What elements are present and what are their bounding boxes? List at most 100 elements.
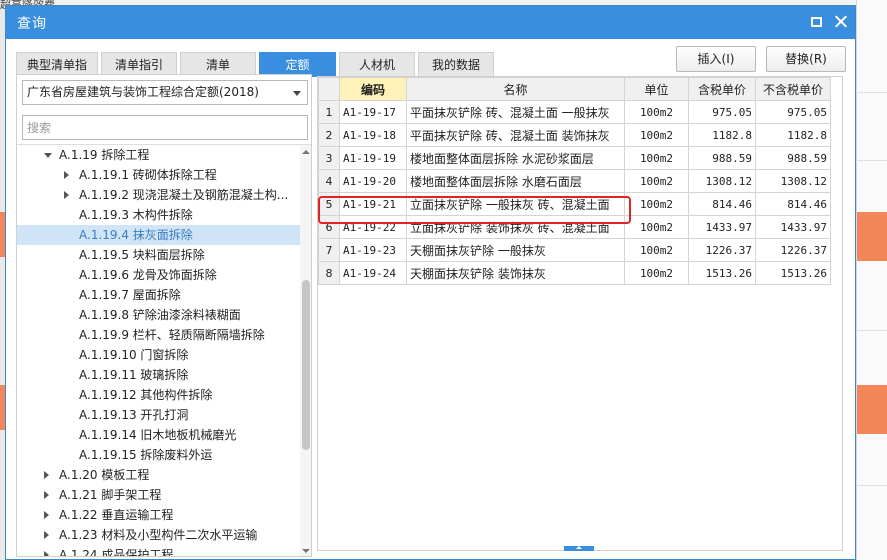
close-icon[interactable] xyxy=(834,15,847,28)
tree-item[interactable]: A.1.19.6 龙骨及饰面拆除 xyxy=(17,265,300,285)
tree-item[interactable]: A.1.19.12 其他构件拆除 xyxy=(17,385,300,405)
tree-item-label: A.1.19.12 其他构件拆除 xyxy=(79,388,213,402)
unit-cell: 100m2 xyxy=(624,261,689,285)
tree-item[interactable]: A.1.21 脚手架工程 xyxy=(17,485,300,505)
table-row[interactable]: 6 A1-19-22 立面抹灰铲除 装饰抹灰 砖、混凝土面 100m2 1433.97 1… xyxy=(318,215,831,239)
tree-item[interactable]: A.1.19.8 铲除油漆涂料裱糊面 xyxy=(17,305,300,325)
tree-item-label: A.1.19.4 抹灰面拆除 xyxy=(79,228,193,242)
unit-cell: 100m2 xyxy=(624,238,689,262)
quota-name-cell: 立面抹灰铲除 装饰抹灰 砖、混凝土面 xyxy=(406,215,625,239)
table-row[interactable]: 3 A1-19-19 楼地面整体面层拆除 水泥砂浆面层 100m2 988.59 988.… xyxy=(318,146,831,170)
tax-inclusive-price-cell: 1433.97 xyxy=(688,215,756,239)
quota-table: 编码 名称 单位 含税单价 不含税单价 1 A1-19-17 平面抹灰铲除 砖、混凝… xyxy=(318,77,831,285)
maximize-icon[interactable] xyxy=(811,16,822,27)
tree-item[interactable]: A.1.19.5 块料面层拆除 xyxy=(17,245,300,265)
row-index-cell: 6 xyxy=(318,215,340,239)
caret-right-icon[interactable] xyxy=(64,171,69,179)
quota-code-cell: A1-19-18 xyxy=(339,123,407,147)
caret-right-icon[interactable] xyxy=(44,551,49,556)
column-header-index xyxy=(318,77,340,101)
tree-scrollbar[interactable] xyxy=(300,145,311,556)
tax-inclusive-price-cell: 975.05 xyxy=(688,100,756,124)
caret-right-icon[interactable] xyxy=(44,531,49,539)
quota-name-cell: 平面抹灰铲除 砖、混凝土面 装饰抹灰 xyxy=(406,123,625,147)
dialog-title: 查询 xyxy=(17,15,47,32)
tree-item[interactable]: A.1.19.15 拆除废料外运 xyxy=(17,445,300,465)
tree-item-label: A.1.20 模板工程 xyxy=(59,468,150,482)
tree-item[interactable]: A.1.23 材料及小型构件二次水平运输 xyxy=(17,525,300,545)
table-row[interactable]: 4 A1-19-20 楼地面整体面层拆除 水磨石面层 100m2 1308.12 1308… xyxy=(318,169,831,193)
quota-name-cell: 天棚面抹灰铲除 装饰抹灰 xyxy=(406,261,625,285)
tree-item-label: A.1.19.8 铲除油漆涂料裱糊面 xyxy=(79,308,241,322)
tax-exclusive-price-cell: 1226.37 xyxy=(755,238,831,262)
tree-item[interactable]: A.1.19 拆除工程 xyxy=(17,145,300,165)
insert-button[interactable]: 插入(I) xyxy=(676,46,756,72)
unit-cell: 100m2 xyxy=(624,192,689,216)
caret-right-icon[interactable] xyxy=(44,511,49,519)
column-header-unit[interactable]: 单位 xyxy=(624,77,689,101)
dialog-titlebar[interactable]: 查询 xyxy=(6,6,855,39)
background-row-line xyxy=(856,160,887,161)
background-highlight xyxy=(857,212,887,261)
tree-item[interactable]: A.1.22 垂直运输工程 xyxy=(17,505,300,525)
table-row[interactable]: 7 A1-19-23 天棚面抹灰铲除 一般抹灰 100m2 1226.37 1226.37 xyxy=(318,238,831,262)
quota-name-cell: 平面抹灰铲除 砖、混凝土面 一般抹灰 xyxy=(406,100,625,124)
tax-inclusive-price-cell: 1308.12 xyxy=(688,169,756,193)
tax-exclusive-price-cell: 1182.8 xyxy=(755,123,831,147)
background-row-line xyxy=(856,330,887,331)
tax-inclusive-price-cell: 814.46 xyxy=(688,192,756,216)
tree-item[interactable]: A.1.24 成品保护工程 xyxy=(17,545,300,556)
tax-exclusive-price-cell: 814.46 xyxy=(755,192,831,216)
column-header-name[interactable]: 名称 xyxy=(406,77,625,101)
tree-item[interactable]: A.1.19.9 栏杆、轻质隔断隔墙拆除 xyxy=(17,325,300,345)
replace-button[interactable]: 替换(R) xyxy=(766,46,846,72)
tree-item[interactable]: A.1.19.2 现浇混凝土及钢筋混凝土构... xyxy=(17,185,300,205)
scrollbar-thumb[interactable] xyxy=(302,280,310,450)
caret-down-icon[interactable] xyxy=(44,153,52,158)
library-select-value: 广东省房屋建筑与装饰工程综合定额(2018) xyxy=(27,85,259,99)
row-index-cell: 2 xyxy=(318,123,340,147)
tab-my-data[interactable]: 我的数据 xyxy=(418,52,494,77)
table-row[interactable]: 1 A1-19-17 平面抹灰铲除 砖、混凝土面 一般抹灰 100m2 975.05 97… xyxy=(318,100,831,124)
panel-resize-handle[interactable] xyxy=(564,546,594,551)
quota-library-panel: 广东省房屋建筑与装饰工程综合定额(2018) A.1.19 拆除工程A.1.19… xyxy=(16,74,312,557)
tree-item[interactable]: A.1.19.13 开孔打洞 xyxy=(17,405,300,425)
tree-item[interactable]: A.1.19.11 玻璃拆除 xyxy=(17,365,300,385)
tree-item[interactable]: A.1.19.10 门窗拆除 xyxy=(17,345,300,365)
caret-right-icon[interactable] xyxy=(44,491,49,499)
tree-item[interactable]: A.1.19.7 屋面拆除 xyxy=(17,285,300,305)
column-header-tax-exclusive-price[interactable]: 不含税单价 xyxy=(755,77,831,101)
tree-item-label: A.1.19.9 栏杆、轻质隔断隔墙拆除 xyxy=(79,328,265,342)
column-header-code[interactable]: 编码 xyxy=(339,77,407,101)
tax-exclusive-price-cell: 988.59 xyxy=(755,146,831,170)
tree-item[interactable]: A.1.20 模板工程 xyxy=(17,465,300,485)
caret-right-icon[interactable] xyxy=(64,191,69,199)
library-select[interactable]: 广东省房屋建筑与装饰工程综合定额(2018) xyxy=(22,80,308,105)
tab-labor-material-machine[interactable]: 人材机 xyxy=(339,52,415,77)
search-input[interactable] xyxy=(22,115,308,140)
background-highlight xyxy=(857,385,887,434)
tax-exclusive-price-cell: 1308.12 xyxy=(755,169,831,193)
tree-item[interactable]: A.1.19.4 抹灰面拆除 xyxy=(17,225,300,245)
tree-item-label: A.1.19.6 龙骨及饰面拆除 xyxy=(79,268,217,282)
quota-code-cell: A1-19-23 xyxy=(339,238,407,262)
column-header-tax-inclusive-price[interactable]: 含税单价 xyxy=(688,77,756,101)
row-index-cell: 4 xyxy=(318,169,340,193)
chapter-tree: A.1.19 拆除工程 A.1.19.1 砖砌体拆除工程 A.1.19.2 现浇混凝… xyxy=(17,145,300,556)
table-row[interactable]: 8 A1-19-24 天棚面抹灰铲除 装饰抹灰 100m2 1513.26 1513.26 xyxy=(318,261,831,285)
tax-exclusive-price-cell: 1433.97 xyxy=(755,215,831,239)
tree-item[interactable]: A.1.19.14 旧木地板机械磨光 xyxy=(17,425,300,445)
table-row[interactable]: 5 A1-19-21 立面抹灰铲除 一般抹灰 砖、混凝土面 100m2 814.46 81… xyxy=(318,192,831,216)
table-row[interactable]: 2 A1-19-18 平面抹灰铲除 砖、混凝土面 装饰抹灰 100m2 1182.8 11… xyxy=(318,123,831,147)
tree-item[interactable]: A.1.19.3 木构件拆除 xyxy=(17,205,300,225)
unit-cell: 100m2 xyxy=(624,123,689,147)
row-index-cell: 8 xyxy=(318,261,340,285)
scroll-down-icon[interactable] xyxy=(302,549,310,553)
tree-item-label: A.1.19.13 开孔打洞 xyxy=(79,408,189,422)
background-right-column xyxy=(856,0,887,560)
unit-cell: 100m2 xyxy=(624,215,689,239)
caret-right-icon[interactable] xyxy=(44,471,49,479)
quota-code-cell: A1-19-17 xyxy=(339,100,407,124)
tree-item[interactable]: A.1.19.1 砖砌体拆除工程 xyxy=(17,165,300,185)
scroll-up-icon[interactable] xyxy=(302,150,310,154)
